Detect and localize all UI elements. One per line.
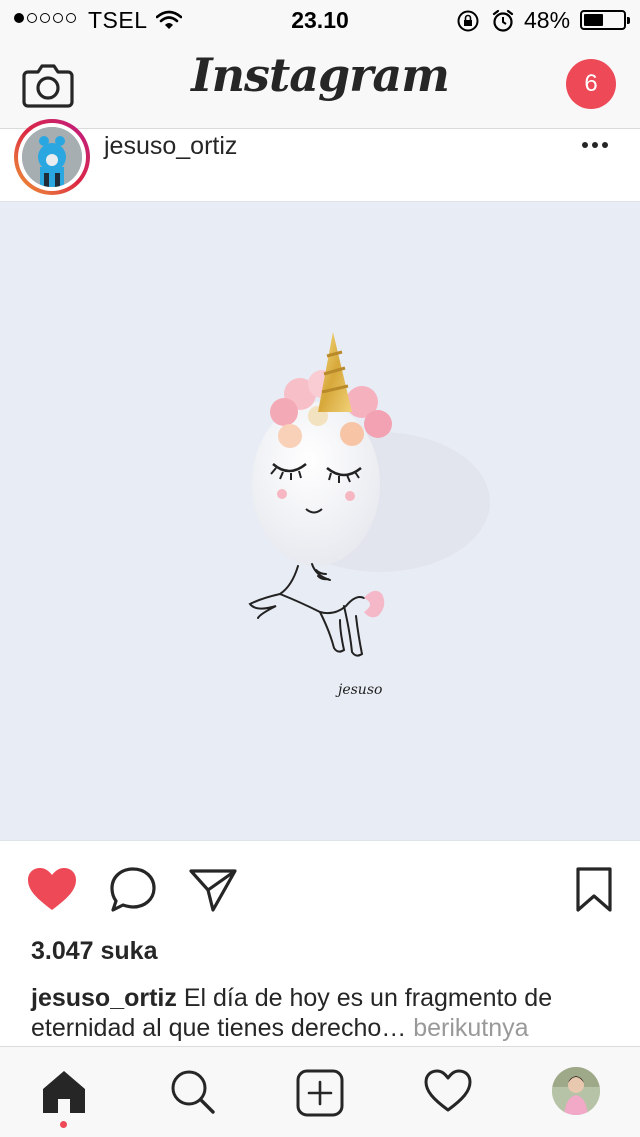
post-username[interactable]: jesuso_ortiz xyxy=(104,132,237,161)
battery-icon xyxy=(580,10,630,30)
more-link[interactable]: berikutnya xyxy=(406,1014,528,1042)
heart-icon[interactable] xyxy=(424,1069,472,1113)
story-ring[interactable] xyxy=(14,119,90,195)
likes-count[interactable]: 3.047 suka xyxy=(31,937,158,966)
image-signature: jesuso xyxy=(335,682,382,698)
search-icon[interactable] xyxy=(168,1069,216,1115)
avatar xyxy=(22,127,82,187)
rotation-lock-icon xyxy=(457,10,479,32)
profile-avatar[interactable] xyxy=(552,1067,600,1115)
home-icon[interactable] xyxy=(40,1069,88,1115)
caption-username[interactable]: jesuso_ortiz xyxy=(31,984,177,1012)
battery-percentage: 48% xyxy=(524,7,571,33)
instagram-logo: Instagram xyxy=(191,48,450,102)
active-tab-indicator xyxy=(60,1121,67,1128)
notification-badge[interactable]: 6 xyxy=(566,59,616,109)
app-header: Instagram 6 xyxy=(0,40,640,129)
share-direct-icon[interactable] xyxy=(188,866,238,914)
alarm-icon xyxy=(492,9,514,32)
status-bar: TSEL 23.10 48% xyxy=(0,0,640,40)
like-heart-icon[interactable] xyxy=(26,866,78,912)
unicorn-egg-illustration: jesuso xyxy=(248,332,490,698)
post-header: jesuso_ortiz xyxy=(0,119,640,202)
tab-bar xyxy=(0,1046,640,1137)
new-post-icon[interactable] xyxy=(296,1069,344,1117)
post-caption: jesuso_ortiz El día de hoy es un fragmen… xyxy=(31,983,611,1043)
post-image[interactable]: jesuso xyxy=(0,201,640,841)
comment-icon[interactable] xyxy=(108,866,158,914)
bookmark-icon[interactable] xyxy=(574,866,614,914)
more-options-icon[interactable] xyxy=(580,139,610,151)
